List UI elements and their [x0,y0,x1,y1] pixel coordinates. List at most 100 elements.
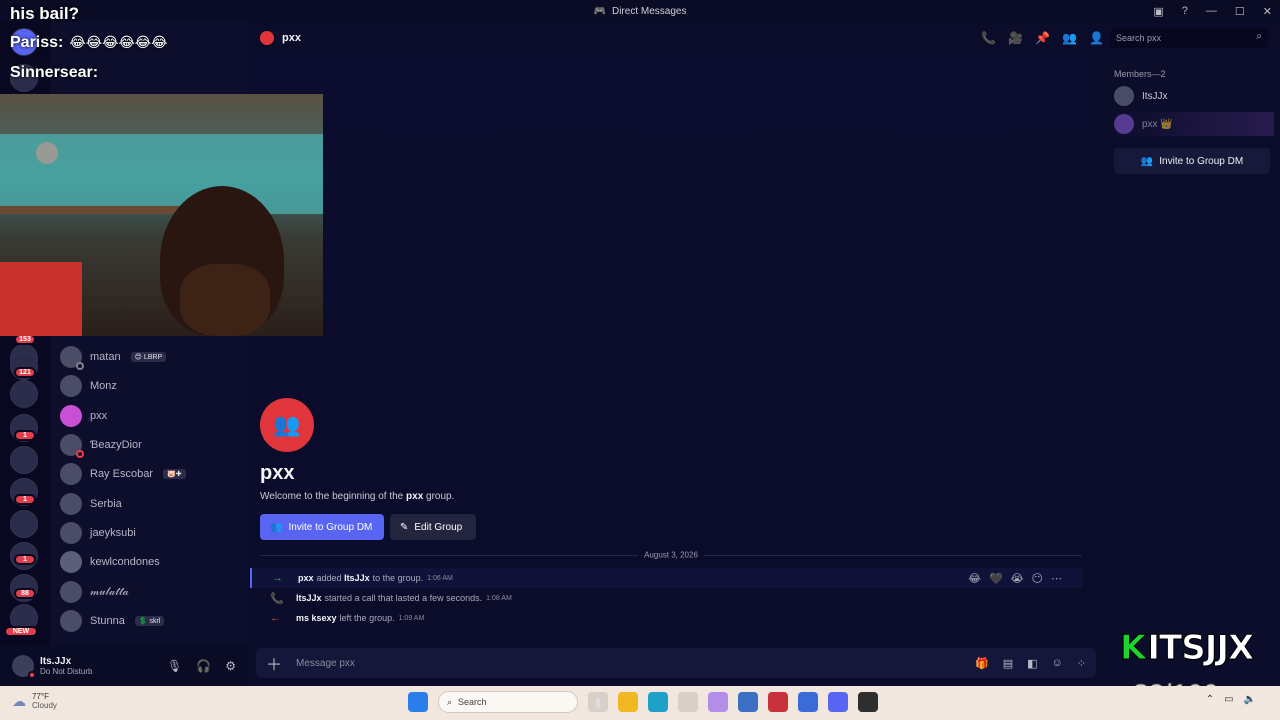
avatar [1114,114,1134,134]
taskbar-search[interactable]: ⌕ Search [438,691,578,713]
unread-badge: 1 [14,430,36,441]
weather-widget[interactable]: ☁ 77°F Cloudy [12,692,57,710]
task-view-icon[interactable]: ▮ [588,692,608,712]
avatar [60,346,84,370]
dm-item[interactable]: Ray Escobar 🐷✚ [58,461,244,487]
help-icon[interactable]: ? [1182,5,1188,17]
reaction-button[interactable]: 😭 [1011,572,1024,585]
maximize-button[interactable]: ☐ [1235,5,1245,18]
add-attachment-icon[interactable]: ＋ [266,651,282,675]
reaction-button[interactable]: 🖤 [989,572,1003,585]
reaction-button[interactable]: 😂 [968,572,981,585]
avatar[interactable] [12,655,36,679]
message-actions: 😂 🖤 😭 😶 ⋯ [968,572,1062,585]
unread-badge: 88 [14,588,36,599]
gear-icon[interactable]: ⚙ [225,659,236,673]
discord-icon[interactable] [828,692,848,712]
system-message[interactable]: 📞 ItsJJx started a call that lasted a fe… [250,588,1082,608]
minimize-button[interactable]: — [1206,5,1217,17]
windows-start-icon[interactable] [408,692,428,712]
cloud-icon: ☁ [12,692,26,709]
video-icon[interactable]: 🎥 [1008,31,1023,45]
discord-icon: 🎮 [593,5,606,17]
close-button[interactable]: ✕ [1263,5,1272,18]
apps-icon[interactable]: ⁘ [1077,657,1086,670]
chevron-up-icon[interactable]: ⌃ [1206,694,1214,705]
date-divider: August 3, 2026 [260,550,1082,560]
app-icon[interactable] [768,692,788,712]
add-member-icon[interactable]: 👥 [1062,31,1077,45]
gif-icon[interactable]: ▤ [1003,657,1013,670]
more-options-icon[interactable]: ⋯ [1051,572,1062,585]
window-controls: ▣ ? — ☐ ✕ [1153,0,1272,22]
unread-badge: 1 [14,554,36,565]
member-item[interactable]: pxx 👑 [1114,112,1274,136]
inbox-icon[interactable]: ▣ [1153,5,1163,18]
dm-item[interactable]: Stunna 💲 skrl [58,608,244,634]
new-badge: NEW [4,626,38,637]
server-icon[interactable] [10,510,38,538]
dm-item[interactable]: matan 😊 LBRP [58,344,244,370]
system-message[interactable]: ← ms ksexy left the group. 1:09 AM [250,608,1082,628]
add-reaction-icon[interactable]: 😶 [1032,572,1043,585]
emoji-icon[interactable]: ☺ [1052,657,1063,670]
webcam-overlay [0,94,323,336]
message-composer[interactable]: ＋ Message pxx 🎁 ▤ ◧ ☺ ⁘ [256,648,1096,678]
dm-item[interactable]: Monz [58,373,244,399]
dm-item[interactable]: ƁeazyDior [58,432,244,458]
network-icon[interactable]: ▭ [1224,694,1233,705]
message-input[interactable]: Message pxx [296,658,355,669]
file-explorer-icon[interactable] [618,692,638,712]
join-arrow-icon: → [272,572,283,584]
invite-to-group-button[interactable]: 👥 Invite to Group DM [1114,148,1270,174]
dm-item[interactable]: Serbia [58,491,244,517]
member-item[interactable]: ItsJJx [1114,84,1274,108]
dm-item[interactable]: pxx [58,403,244,429]
dm-item[interactable]: jaeyksubi [58,520,244,546]
chat-overlay-line: Sinnersear: [10,64,99,81]
taskbar: ☁ 77°F Cloudy ⌕ Search ▮ ⌃ ▭ 🔈 [0,686,1280,720]
avatar [60,463,82,485]
app-icon[interactable] [798,692,818,712]
sticker-icon[interactable]: ◧ [1027,657,1037,670]
gift-icon[interactable]: 🎁 [975,657,989,670]
edit-group-button[interactable]: ✎ Edit Group [390,514,476,540]
title-bar: 🎮 Direct Messages ▣ ? — ☐ ✕ [0,0,1280,22]
avatar [60,375,82,397]
taskbar-apps: ⌕ Search ▮ [408,691,878,713]
user-controls: 🎙 🎧 ⚙ [167,659,236,673]
leave-arrow-icon: ← [270,612,281,624]
header-toolbar: 📞 🎥 📌 👥 👤 [981,31,1104,45]
member-list: Members—2 ItsJJx pxx 👑 👥 Invite to Group… [1100,54,1280,686]
phone-icon[interactable]: 📞 [981,31,996,45]
volume-icon[interactable]: 🔈 [1244,694,1256,705]
app-icon[interactable] [708,692,728,712]
app-icon[interactable] [678,692,698,712]
invite-to-group-button[interactable]: 👥 Invite to Group DM [260,514,384,540]
avatar [60,493,82,515]
avatar [60,551,82,573]
avatar [60,434,84,458]
edge-icon[interactable] [648,692,668,712]
member-list-icon[interactable]: 👤 [1089,31,1104,45]
group-avatar: 👥 [260,398,314,452]
microphone-icon[interactable]: 🎙 [167,659,182,673]
composer-toolbar: 🎁 ▤ ◧ ☺ ⁘ [975,657,1086,670]
server-icon[interactable] [10,380,38,408]
dm-item[interactable]: kewlcondones [58,549,244,575]
headphones-icon[interactable]: 🎧 [196,659,211,673]
store-icon[interactable] [738,692,758,712]
pin-icon[interactable]: 📌 [1035,31,1050,45]
avatar [1114,86,1134,106]
search-input[interactable]: Search pxx ⌕ [1110,28,1268,48]
search-icon: ⌕ [447,696,453,707]
server-icon[interactable] [10,446,38,474]
chat-header: pxx 📞 🎥 📌 👥 👤 Search pxx ⌕ [248,22,1280,54]
system-message[interactable]: → pxx added ItsJJx to the group. 1:06 AM… [250,568,1082,588]
avatar [60,405,82,427]
overlay-title: his bail? [10,4,79,23]
search-icon: ⌕ [1256,31,1262,42]
system-tray: ⌃ ▭ 🔈 [1206,694,1256,705]
app-icon[interactable] [858,692,878,712]
dm-item[interactable]: 𝓂𝓊𝓁𝒶𝓉𝓉𝒶 [58,579,244,605]
